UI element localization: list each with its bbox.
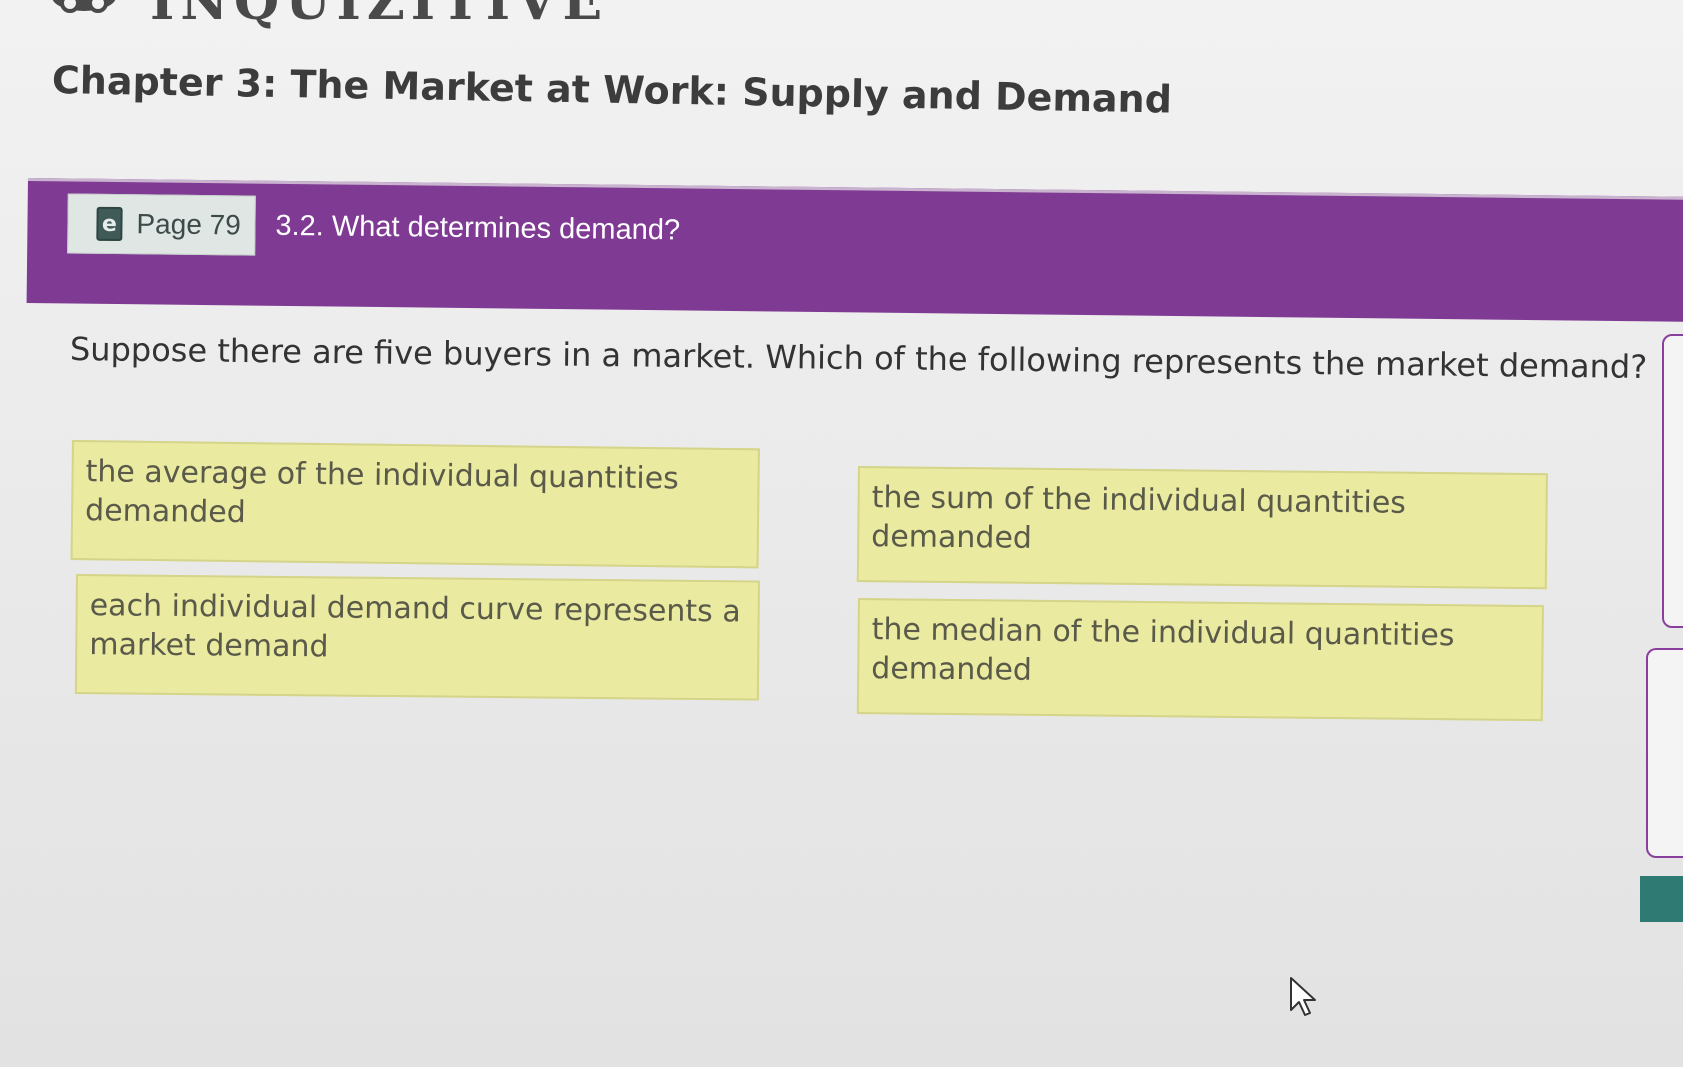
ebook-page-link[interactable]: e Page 79: [67, 193, 256, 256]
answer-option-label: each individual demand curve represents …: [89, 588, 741, 665]
answer-option-median[interactable]: the median of the individual quantities …: [856, 598, 1544, 722]
brain-gears-icon: [48, 0, 120, 17]
mouse-pointer-icon: [1288, 976, 1318, 1018]
page-number-label: Page 79: [136, 208, 241, 241]
section-banner: e Page 79 3.2. What determines demand?: [26, 178, 1683, 323]
page-title: Chapter 3: The Market at Work: Supply an…: [51, 58, 1173, 122]
app-logo: INQUIZITIVE: [48, 0, 609, 32]
side-panel-bottom: [1646, 648, 1683, 858]
answer-option-sum[interactable]: the sum of the individual quantities dem…: [856, 466, 1548, 590]
section-title: 3.2. What determines demand?: [275, 209, 681, 247]
answer-option-label: the median of the individual quantities …: [871, 612, 1455, 688]
question-text: Suppose there are five buyers in a marke…: [69, 330, 1648, 386]
answer-option-label: the sum of the individual quantities dem…: [871, 480, 1407, 556]
side-panel-top: [1662, 334, 1683, 628]
logo-wordmark: INQUIZITIVE: [150, 0, 609, 32]
side-action-button[interactable]: [1640, 876, 1683, 922]
answer-option-individual-curve[interactable]: each individual demand curve represents …: [74, 574, 760, 701]
answer-option-label: the average of the individual quantities…: [84, 454, 679, 531]
ebook-icon: e: [96, 206, 123, 242]
answer-option-average[interactable]: the average of the individual quantities…: [70, 440, 760, 569]
